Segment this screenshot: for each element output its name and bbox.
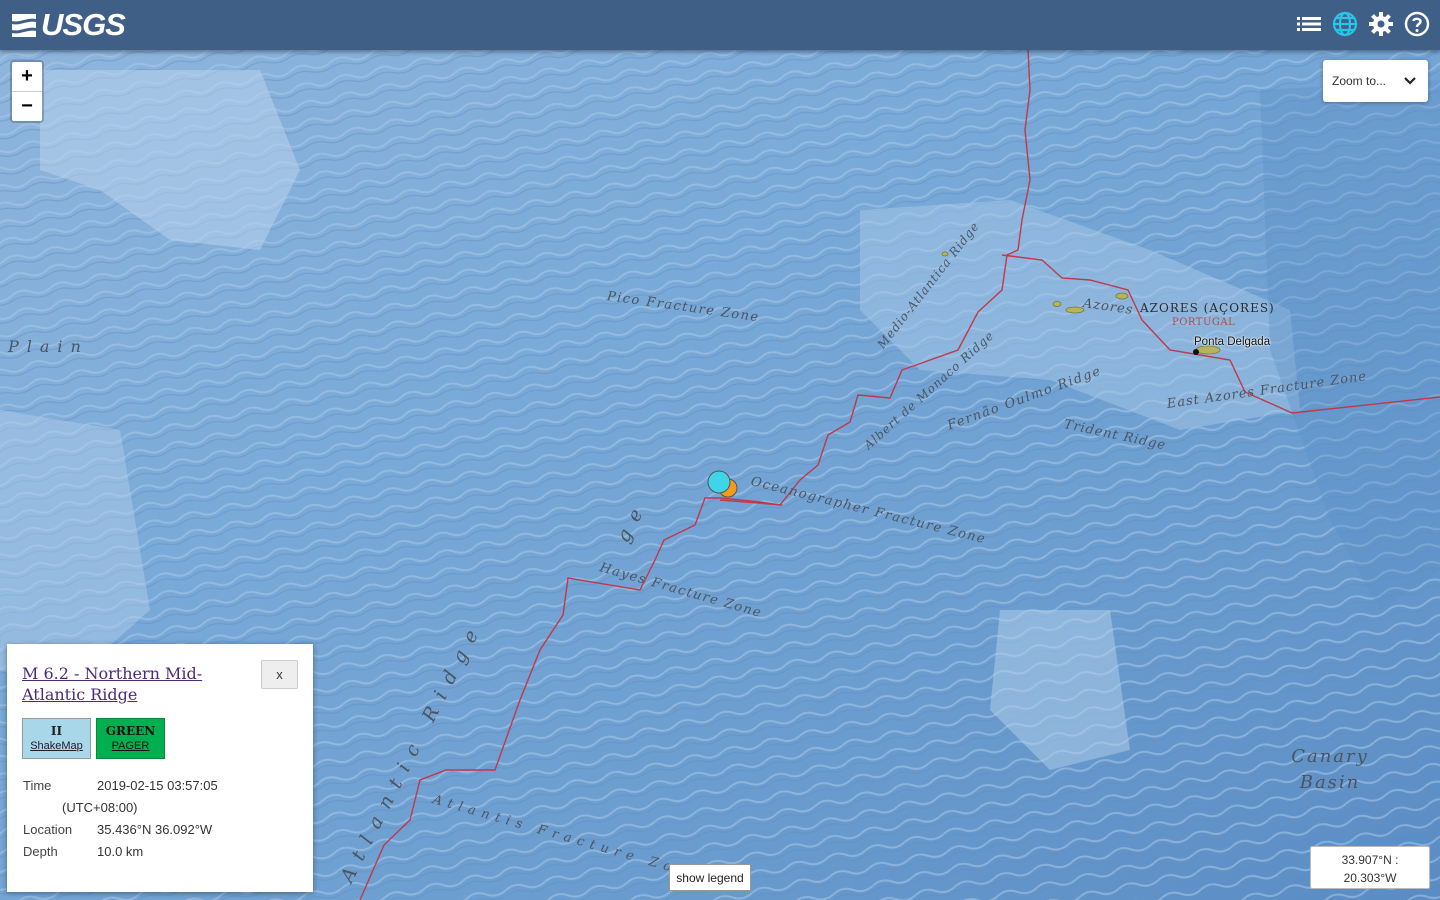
globe-icon[interactable] — [1332, 11, 1358, 37]
zoom-control: + − — [10, 60, 44, 123]
main-event-marker — [707, 470, 731, 494]
ponta-delgada-dot — [1193, 349, 1199, 355]
zoom-to-select[interactable]: Zoom to... — [1323, 60, 1428, 102]
pager-label: PAGER — [111, 740, 150, 752]
pager-value: GREEN — [105, 724, 156, 738]
shakemap-badge[interactable]: II ShakeMap — [22, 718, 91, 759]
event-popup: M 6.2 - Northern Mid-Atlantic Ridge x II… — [7, 644, 313, 892]
coordinates-line2: 20.303°W — [1343, 871, 1397, 885]
usgs-wave-icon — [12, 14, 36, 37]
usgs-logo[interactable]: USGS — [10, 7, 126, 42]
event-title-link[interactable]: M 6.2 - Northern Mid-Atlantic Ridge — [22, 663, 247, 705]
cursor-coordinates: 33.907°N : 20.303°W — [1310, 846, 1430, 889]
label-country: AZORES (AÇORES) — [1140, 301, 1275, 315]
coordinates-line1: 33.907°N : — [1341, 853, 1399, 867]
logo-text: USGS — [41, 7, 126, 42]
list-icon[interactable] — [1296, 11, 1322, 37]
label-country-sub: PORTUGAL — [1172, 317, 1236, 328]
label-plain: Plain — [8, 337, 89, 356]
zoom-in-button[interactable]: + — [12, 62, 42, 91]
pager-badge[interactable]: GREEN PAGER — [96, 718, 165, 759]
chevron-down-icon — [1404, 77, 1416, 85]
gear-icon[interactable] — [1368, 11, 1394, 37]
location-label: Location — [23, 822, 73, 837]
depth-label: Depth — [23, 844, 58, 859]
shakemap-value: II — [50, 724, 63, 738]
time-label: Time — [23, 778, 52, 793]
time-zone: (UTC+08:00) — [62, 800, 138, 815]
close-button[interactable]: x — [261, 660, 298, 689]
top-bar: USGS — [0, 0, 1440, 50]
zoom-to-label: Zoom to... — [1332, 74, 1387, 88]
depth-value: 10.0 km — [97, 844, 144, 859]
canary-basin-line1: Canary — [1291, 746, 1369, 767]
canary-basin-line2: Basin — [1299, 772, 1361, 793]
location-value: 35.436°N 36.092°W — [97, 822, 213, 837]
zoom-out-button[interactable]: − — [12, 91, 42, 121]
label-ponta-delgada[interactable]: Ponta Delgada — [1194, 336, 1270, 348]
help-icon[interactable] — [1404, 11, 1430, 37]
shakemap-label: ShakeMap — [30, 740, 83, 752]
show-legend-button[interactable]: show legend — [669, 864, 751, 891]
time-value: 2019-02-15 03:57:05 — [97, 778, 218, 793]
label-canary-basin: Canary Basin — [1290, 744, 1370, 796]
